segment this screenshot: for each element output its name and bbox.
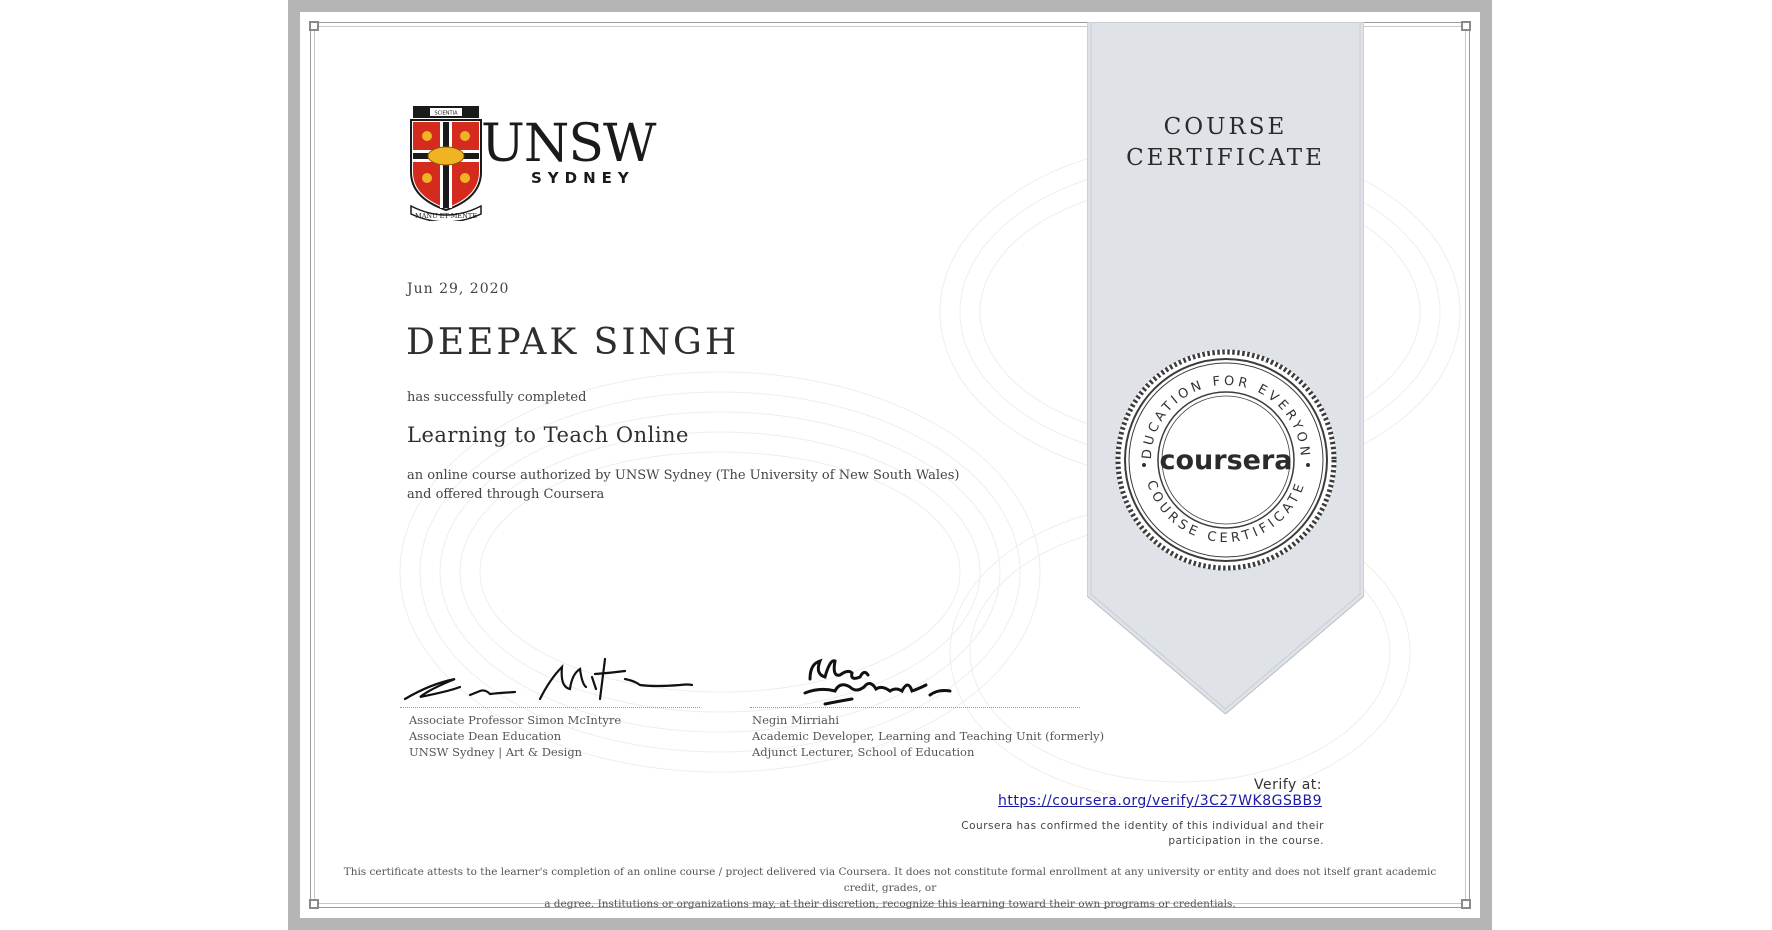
institution-name: UNSW [481, 114, 656, 174]
identity-statement: Coursera has confirmed the identity of t… [920, 819, 1324, 849]
corner-ornament-top-left [309, 21, 319, 31]
recipient-name: DEEPAK SINGH [406, 322, 740, 363]
seal-brand: coursera [1159, 445, 1292, 476]
signature-image-1 [403, 657, 694, 701]
corner-ornament-bottom-left [309, 899, 319, 909]
certificate-frame: COURSE CERTIFICATE EDUCATION FOR EVERYON… [288, 0, 1492, 930]
unsw-crest-icon: SCIENTIA MANU ET MENTE [410, 106, 482, 221]
course-name: Learning to Teach Online [407, 423, 689, 447]
ribbon-title-line2: CERTIFICATE [1126, 145, 1325, 171]
signer-2-title: Academic Developer, Learning and Teachin… [752, 729, 1105, 743]
coursera-seal: EDUCATION FOR EVERYONE COURSE CERTIFICAT… [1113, 347, 1337, 571]
signature-line-1 [400, 707, 700, 708]
course-description: an online course authorized by UNSW Sydn… [407, 468, 960, 502]
verify-link[interactable]: https://coursera.org/verify/3C27WK8GSBB9 [998, 793, 1322, 809]
institution-location: SYDNEY [531, 169, 635, 187]
signer-1-title: Associate Dean Education [409, 729, 562, 743]
signature-line-2 [750, 707, 1080, 708]
ribbon-title: COURSE CERTIFICATE [1087, 112, 1364, 174]
corner-ornament-top-right [1461, 21, 1471, 31]
ribbon-title-line1: COURSE [1163, 114, 1288, 140]
signature-image-2 [803, 658, 952, 706]
signer-2-name: Negin Mirriahi [752, 713, 840, 727]
certificate-page: COURSE CERTIFICATE EDUCATION FOR EVERYON… [300, 12, 1480, 918]
signer-2: Negin Mirriahi Academic Developer, Learn… [752, 712, 1104, 760]
footer-line-2: a degree. Institutions or organizations … [544, 898, 1236, 910]
verification-block: Verify at: https://coursera.org/verify/3… [980, 777, 1322, 809]
completed-text: has successfully completed [407, 390, 587, 405]
footer-disclaimer: This certificate attests to the learner'… [330, 864, 1450, 912]
footer-line-1: This certificate attests to the learner'… [343, 866, 1437, 894]
crest-motto: MANU ET MENTE [415, 212, 477, 220]
verify-label: Verify at: [1254, 777, 1322, 793]
signer-1-name: Associate Professor Simon McIntyre [409, 713, 622, 727]
crest-banner-text: SCIENTIA [435, 111, 459, 117]
signer-2-affiliation: Adjunct Lecturer, School of Education [752, 745, 975, 759]
signer-1: Associate Professor Simon McIntyre Assoc… [409, 712, 621, 760]
corner-ornament-bottom-right [1461, 899, 1471, 909]
identity-line-2: participation in the course. [1168, 835, 1324, 847]
signer-1-affiliation: UNSW Sydney | Art & Design [409, 745, 583, 759]
completion-date: Jun 29, 2020 [407, 281, 510, 297]
identity-line-1: Coursera has confirmed the identity of t… [961, 820, 1324, 832]
